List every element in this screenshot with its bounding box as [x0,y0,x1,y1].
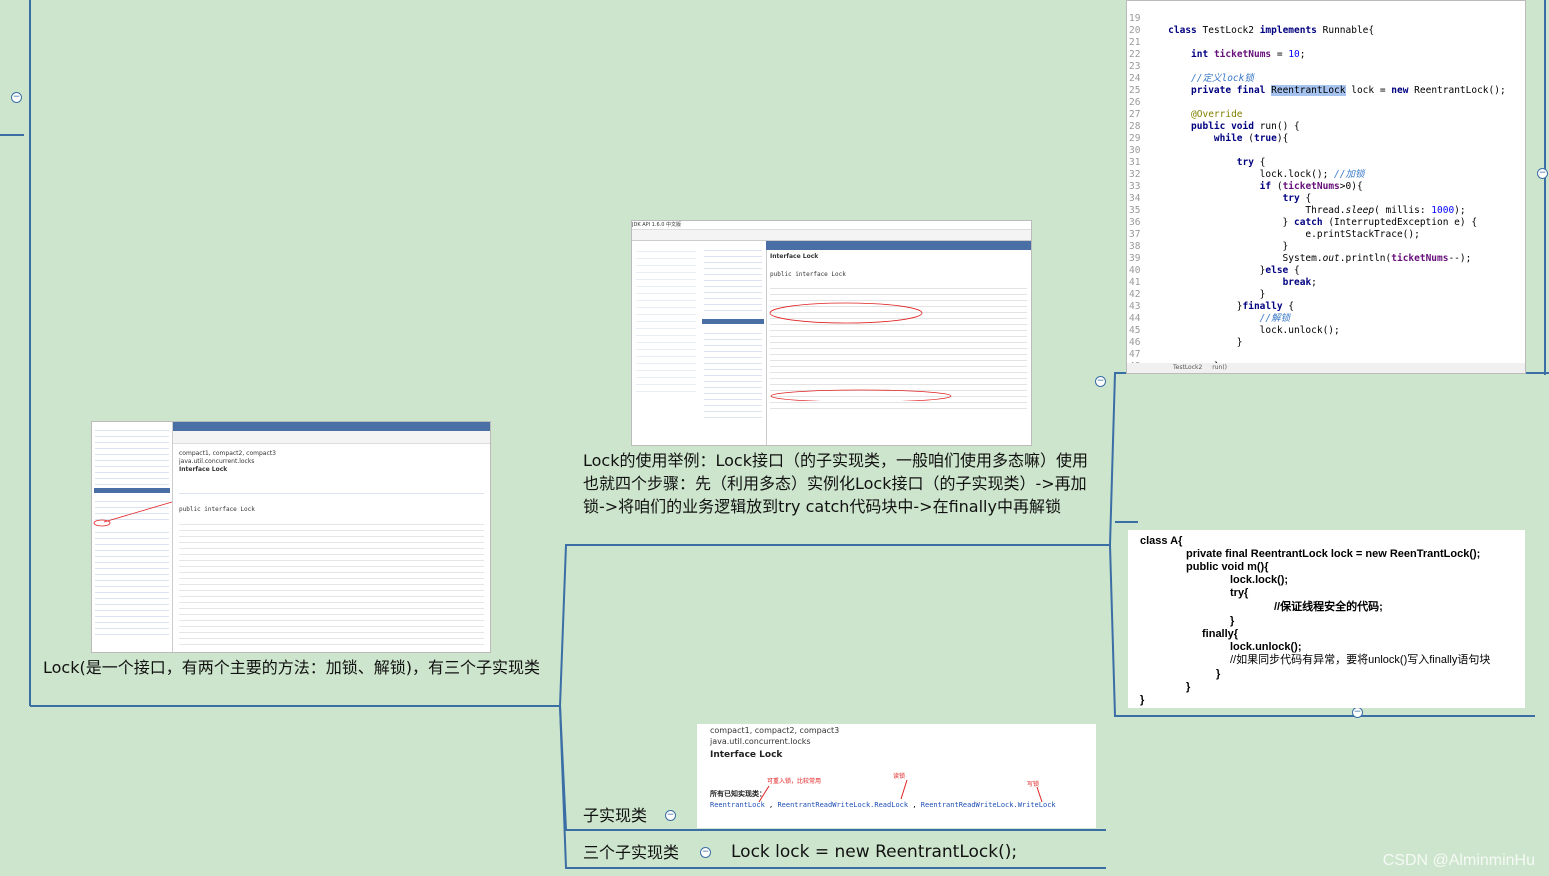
node-three-sub-impl[interactable]: 三个子实现类 [583,841,679,864]
class-a-line: //如果同步代码有异常，要将unlock()写入finally语句块 [1230,654,1491,666]
watermark: CSDN @AlminminHu [1382,852,1535,869]
doc-title: Interface Lock [770,253,819,260]
code-editor-screenshot: 19 20 class TestLock2 implements Runnabl… [1126,0,1526,374]
collapse-toggle[interactable]: − [11,92,22,103]
red-arrows [758,779,1043,803]
status-file: TestLock2 [1173,364,1203,371]
node-sub-impl[interactable]: 子实现类 [583,804,647,827]
red-annotations [769,302,952,401]
collapse-toggle[interactable]: − [1095,376,1106,387]
class-a-line: } [1140,694,1145,706]
class-a-line: class A{ [1140,535,1183,547]
class-a-line: //保证线程安全的代码; [1274,601,1383,613]
class-a-code-screenshot: class A{ private final ReentrantLock loc… [1128,530,1525,708]
javadoc-browser-screenshot: JDK API 1.6.0 中文版 Interface Lock public … [631,220,1032,446]
collapse-toggle[interactable]: − [665,810,676,821]
red-annotations [93,501,173,527]
doc-declaration: public interface Lock [770,271,846,278]
node-lock-interface[interactable]: Lock(是一个接口，有两个主要的方法：加锁、解锁)，有三个子实现类 [43,656,553,679]
class-a-line: } [1186,681,1191,693]
editor-status-bar: TestLock2 run() [1127,363,1525,373]
status-method: run() [1212,364,1228,371]
window-title: JDK API 1.6.0 中文版 [632,222,682,228]
class-a-line: } [1216,668,1221,680]
node-lock-usage[interactable]: Lock的使用举例：Lock接口（的子实现类，一般咱们使用多态嘛）使用也就四个步… [583,449,1093,518]
lock-implementations-screenshot: compact1, compact2, compact3 java.util.c… [697,724,1096,828]
collapse-toggle[interactable]: − [1537,168,1548,179]
javadoc-left-screenshot: compact1, compact2, compact3 java.util.c… [91,421,491,653]
collapse-toggle[interactable]: − [1352,707,1363,718]
collapse-toggle[interactable]: − [700,847,711,858]
node-lock-new[interactable]: Lock lock = new ReentrantLock(); [731,841,1017,864]
class-a-line: try{ [1230,587,1249,599]
